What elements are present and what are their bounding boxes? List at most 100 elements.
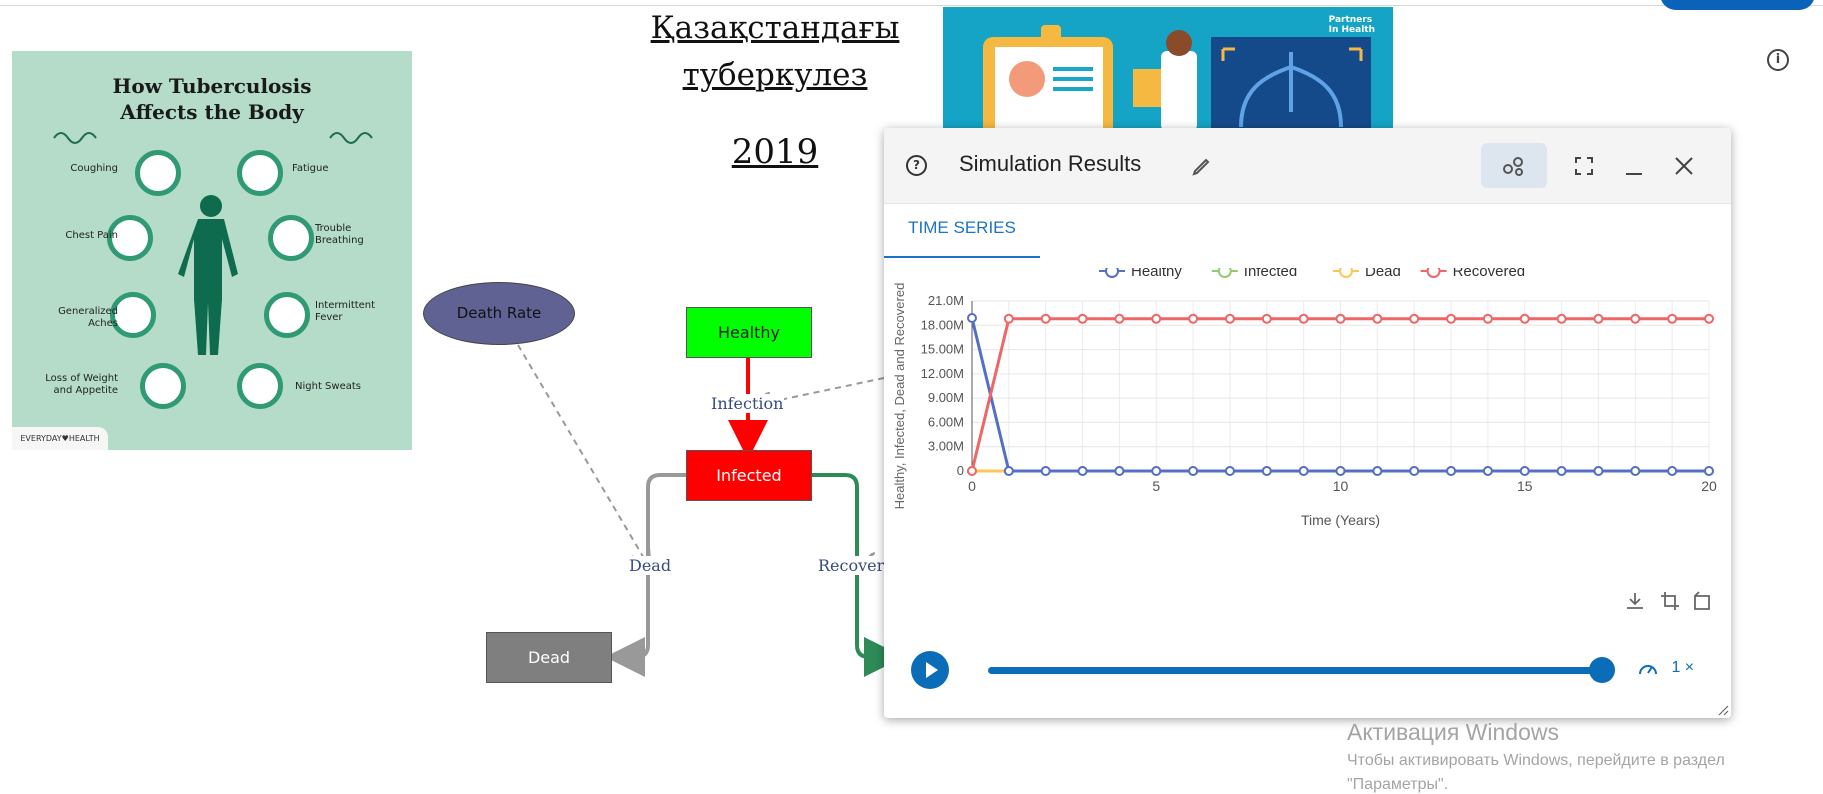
- window-title: Simulation Results: [959, 151, 1142, 176]
- data-point-healthy: [1040, 466, 1051, 476]
- data-point-healthy: [1519, 466, 1530, 476]
- data-point-healthy: [1409, 466, 1420, 476]
- dead-node[interactable]: Dead: [486, 632, 612, 683]
- data-point-recovered: [1040, 313, 1051, 324]
- crop-icon[interactable]: [1659, 590, 1681, 612]
- data-point-recovered: [1409, 313, 1420, 324]
- legend-swatch-marker: [1339, 268, 1353, 278]
- results-tabs: TIME SERIES: [884, 203, 1731, 258]
- x-axis-label: Time (Years): [1301, 512, 1380, 528]
- y-tick-label: 9.00M: [928, 390, 964, 405]
- data-point-healthy: [1630, 466, 1641, 476]
- help-icon[interactable]: ?: [906, 155, 927, 176]
- play-icon: [926, 662, 938, 678]
- data-point-recovered: [1298, 313, 1309, 324]
- x-tick-label: 5: [1152, 478, 1160, 494]
- simulation-results-window: ? Simulation Results TIME SERIES 0 3.00M 6…: [884, 128, 1731, 718]
- data-point-recovered: [1335, 313, 1346, 324]
- x-tick-label: 10: [1333, 478, 1349, 494]
- data-point-healthy: [1298, 466, 1309, 476]
- data-point-recovered: [1114, 313, 1125, 324]
- data-point-healthy: [1077, 466, 1088, 476]
- data-point-recovered: [1077, 313, 1088, 324]
- legend-label: Dead: [1365, 268, 1401, 280]
- data-point-recovered: [1151, 313, 1162, 324]
- data-point-recovered: [1704, 313, 1714, 324]
- data-point-recovered: [1630, 313, 1641, 324]
- data-point-healthy: [1372, 466, 1383, 476]
- death-rate-node[interactable]: Death Rate: [423, 282, 575, 345]
- data-point-healthy: [1482, 466, 1493, 476]
- x-tick-label: 15: [1517, 478, 1533, 494]
- windows-activation-text: Чтобы активировать Windows, перейдите в …: [1347, 752, 1725, 769]
- legend-label: Infected: [1244, 268, 1297, 280]
- windows-activation-title: Активация Windows: [1347, 719, 1559, 745]
- y-tick-label: 21.0M: [928, 293, 964, 308]
- playback-slider-thumb[interactable]: [1589, 657, 1615, 683]
- maximize-icon[interactable]: [1573, 155, 1595, 177]
- data-point-healthy: [1556, 466, 1567, 476]
- dead-flow-label[interactable]: Dead: [628, 556, 673, 575]
- nodes-icon: [1503, 157, 1523, 176]
- playback-speed-control[interactable]: 1 ×: [1637, 658, 1694, 678]
- y-tick-label: 15.00M: [921, 342, 964, 357]
- y-tick-label: 0: [957, 463, 964, 478]
- data-point-healthy: [1114, 466, 1125, 476]
- y-tick-label: 3.00M: [928, 439, 964, 454]
- infected-node[interactable]: Infected: [686, 450, 812, 501]
- legend-swatch-marker: [1105, 268, 1119, 278]
- data-point-healthy: [1003, 466, 1014, 476]
- data-point-recovered: [1261, 313, 1272, 324]
- data-point-recovered: [1446, 313, 1457, 324]
- chart-options-button[interactable]: [1481, 143, 1547, 188]
- data-point-recovered: [1003, 313, 1014, 324]
- x-tick-label: 20: [1701, 478, 1717, 494]
- data-point-recovered: [1593, 313, 1604, 324]
- data-point-healthy: [1667, 466, 1678, 476]
- death-rate-link: [517, 344, 648, 565]
- legend-label: Recovered: [1453, 268, 1526, 280]
- data-point-healthy: [1224, 466, 1235, 476]
- legend-swatch-marker: [1426, 268, 1441, 278]
- data-point-recovered: [1519, 313, 1530, 324]
- playback-slider-track[interactable]: [988, 667, 1602, 674]
- x-tick-label: 0: [968, 478, 976, 494]
- data-point-recovered: [1556, 313, 1567, 324]
- close-icon[interactable]: [1673, 155, 1695, 177]
- edit-title-icon[interactable]: [1191, 155, 1213, 177]
- y-tick-label: 18.00M: [921, 317, 964, 332]
- y-axis-label: Healthy, Infected, Dead and Recovered: [892, 283, 907, 510]
- y-tick-label: 6.00M: [928, 414, 964, 429]
- data-point-healthy: [1261, 466, 1272, 476]
- data-point-recovered: [1667, 313, 1678, 324]
- reset-zoom-icon[interactable]: [1691, 590, 1713, 612]
- data-point-recovered: [1188, 313, 1199, 324]
- tab-time-series[interactable]: TIME SERIES: [884, 203, 1040, 258]
- minimize-icon[interactable]: [1623, 155, 1645, 177]
- play-button[interactable]: [911, 651, 949, 689]
- windows-activation-text-2: "Параметры".: [1347, 776, 1449, 793]
- data-point-recovered: [967, 466, 977, 476]
- data-point-healthy: [1704, 466, 1714, 476]
- data-point-healthy: [1188, 466, 1199, 476]
- download-icon[interactable]: [1624, 590, 1646, 612]
- legend-label: Healthy: [1131, 268, 1182, 280]
- data-point-recovered: [1482, 313, 1493, 324]
- speedometer-icon: [1639, 665, 1657, 675]
- time-series-chart: 0 3.00M 6.00M 9.00M 12.00M 15.00M 18.00M 21.0M 0…: [892, 268, 1717, 528]
- data-point-healthy: [1151, 466, 1162, 476]
- data-point-healthy: [967, 313, 977, 323]
- data-point-recovered: [1224, 313, 1235, 324]
- window-header: ? Simulation Results: [884, 128, 1731, 204]
- recovery-flow-label[interactable]: Recover: [817, 556, 886, 575]
- infection-flow-label[interactable]: Infection: [710, 394, 785, 413]
- data-point-healthy: [1335, 466, 1346, 476]
- resize-grip-icon[interactable]: [1717, 704, 1729, 716]
- data-point-recovered: [1372, 313, 1383, 324]
- healthy-node[interactable]: Healthy: [686, 307, 812, 358]
- data-point-healthy: [1593, 466, 1604, 476]
- data-point-healthy: [1446, 466, 1457, 476]
- y-tick-label: 12.00M: [921, 366, 964, 381]
- legend-swatch-marker: [1217, 268, 1232, 278]
- playback-speed-label: 1 ×: [1671, 659, 1695, 677]
